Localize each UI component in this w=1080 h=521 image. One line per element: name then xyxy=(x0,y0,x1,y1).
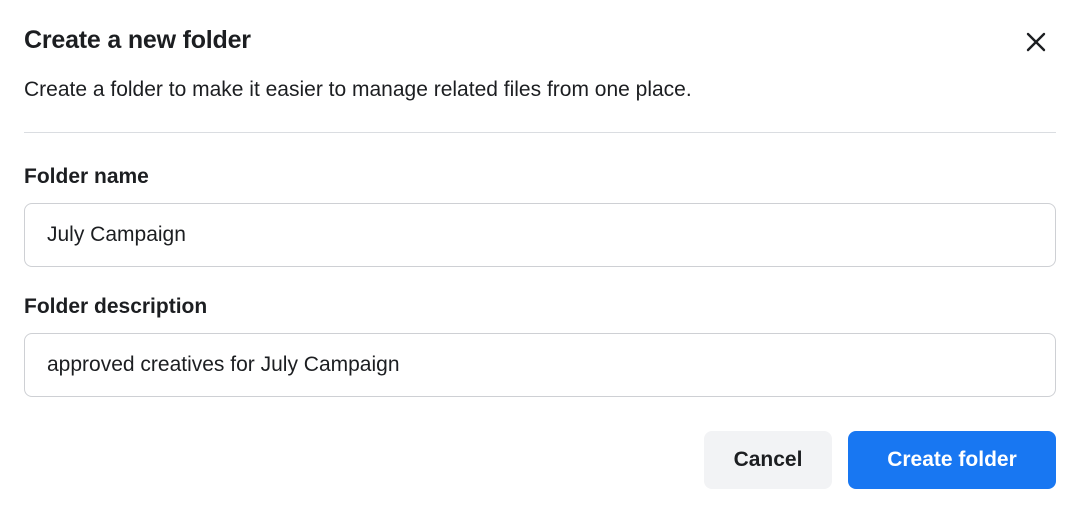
dialog-actions: Cancel Create folder xyxy=(24,431,1056,489)
folder-name-group: Folder name xyxy=(24,165,1056,267)
dialog-header: Create a new folder xyxy=(24,26,1056,56)
folder-description-group: Folder description xyxy=(24,295,1056,397)
folder-description-label: Folder description xyxy=(24,295,1056,319)
dialog-title: Create a new folder xyxy=(24,26,251,55)
folder-name-label: Folder name xyxy=(24,165,1056,189)
close-icon xyxy=(1024,30,1048,54)
divider xyxy=(24,132,1056,133)
folder-name-input[interactable] xyxy=(24,203,1056,267)
close-button[interactable] xyxy=(1022,28,1050,56)
folder-description-input[interactable] xyxy=(24,333,1056,397)
cancel-button[interactable]: Cancel xyxy=(704,431,832,489)
create-folder-button[interactable]: Create folder xyxy=(848,431,1056,489)
dialog-subtitle: Create a folder to make it easier to man… xyxy=(24,78,1056,102)
